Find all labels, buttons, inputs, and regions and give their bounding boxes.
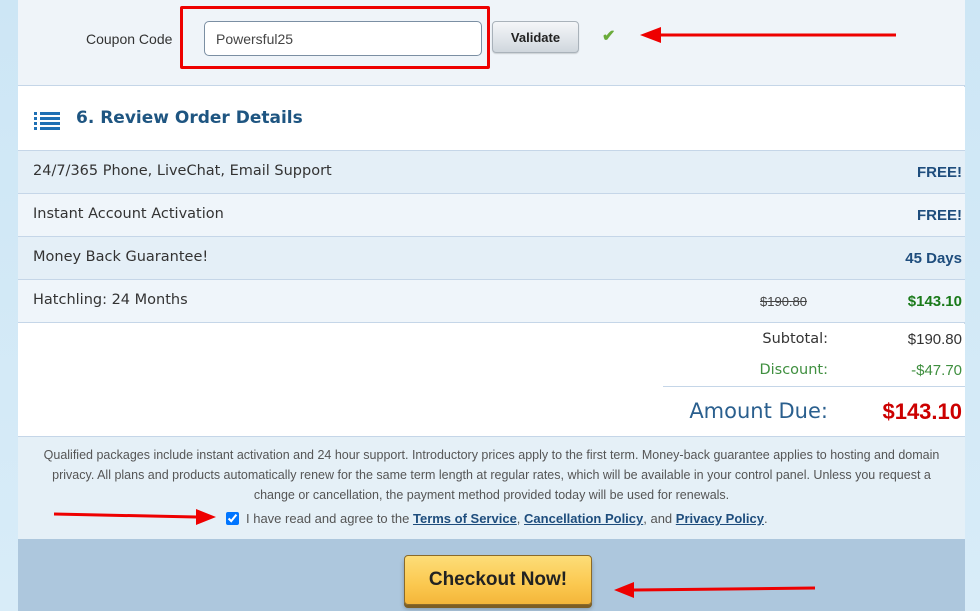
annotation-arrows xyxy=(53,27,896,598)
arrow-to-agree-checkbox xyxy=(53,509,216,525)
arrow-to-checkmark xyxy=(640,27,896,43)
arrow-to-checkout-button xyxy=(614,582,816,598)
